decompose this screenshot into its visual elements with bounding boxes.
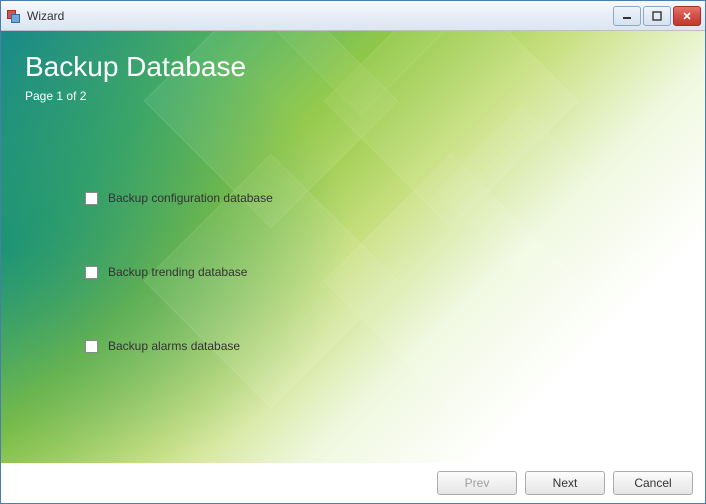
window-title: Wizard [27,9,611,23]
button-bar: Prev Next Cancel [1,463,705,503]
app-icon [5,8,21,24]
maximize-button[interactable] [643,6,671,26]
maximize-icon [652,11,662,21]
option-config-db: Backup configuration database [85,191,273,205]
page-header: Backup Database Page 1 of 2 [25,51,246,103]
option-trending-db: Backup trending database [85,265,273,279]
checkbox-trending-db[interactable] [85,266,98,279]
minimize-button[interactable] [613,6,641,26]
label-trending-db[interactable]: Backup trending database [108,265,247,279]
titlebar[interactable]: Wizard [1,1,705,31]
page-subtitle: Page 1 of 2 [25,89,246,103]
next-button[interactable]: Next [525,471,605,495]
checkbox-alarms-db[interactable] [85,340,98,353]
prev-button: Prev [437,471,517,495]
window-controls [611,6,701,26]
label-alarms-db[interactable]: Backup alarms database [108,339,240,353]
minimize-icon [622,11,632,21]
close-icon [682,11,692,21]
content-area: Backup Database Page 1 of 2 Backup confi… [1,31,705,463]
label-config-db[interactable]: Backup configuration database [108,191,273,205]
option-alarms-db: Backup alarms database [85,339,273,353]
options-list: Backup configuration database Backup tre… [85,191,273,413]
close-button[interactable] [673,6,701,26]
cancel-button[interactable]: Cancel [613,471,693,495]
page-title: Backup Database [25,51,246,83]
checkbox-config-db[interactable] [85,192,98,205]
wizard-window: Wizard Backup Database Page 1 of [0,0,706,504]
